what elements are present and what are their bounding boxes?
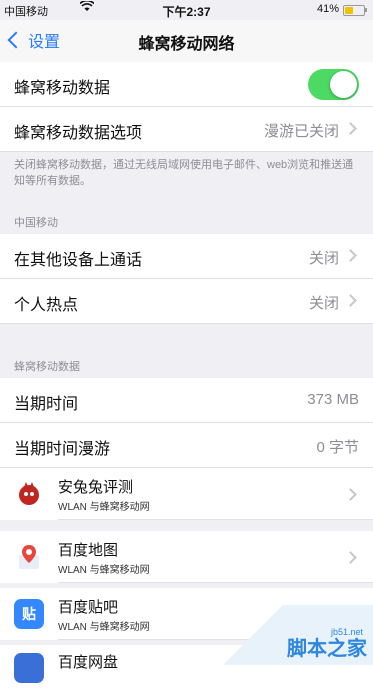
watermark-text: 脚本之家: [287, 638, 367, 660]
chevron-right-icon: [344, 249, 357, 262]
cellular-data-row: 蜂窝移动数据: [0, 62, 373, 107]
battery-percent: 41%: [316, 3, 339, 15]
cellular-data-options-row[interactable]: 蜂窝移动数据选项 漫游已关闭: [0, 107, 373, 152]
current-period-label: 当期时间: [14, 396, 79, 413]
toggle-knob: [330, 71, 357, 98]
page-title: 蜂窝移动网络: [138, 36, 235, 53]
antutu-app-icon: [14, 479, 44, 509]
calls-other-devices-value: 关闭: [308, 250, 339, 267]
tieba-app-icon: 贴: [14, 599, 44, 629]
cellular-data-toggle[interactable]: [308, 69, 359, 100]
watermark: jb51.net 脚本之家: [223, 605, 373, 665]
app-name: 安兔兔评测: [58, 479, 134, 496]
app-row-antutu[interactable]: 安兔兔评测 WLAN 与蜂窝移动网: [0, 468, 373, 520]
map-pin-app-icon: [14, 542, 44, 572]
chevron-right-icon: [344, 488, 357, 501]
roaming-status-value: 漫游已关闭: [263, 123, 339, 140]
cellular-data-options-label: 蜂窝移动数据选项: [14, 125, 143, 142]
app-row-baidu-map[interactable]: 百度地图 WLAN 与蜂窝移动网: [0, 531, 373, 583]
current-period-value: 373 MB: [307, 391, 359, 408]
battery-icon: [343, 5, 367, 16]
chevron-right-icon: [344, 294, 357, 307]
current-period-roaming-label: 当期时间漫游: [14, 441, 111, 458]
personal-hotspot-label: 个人热点: [14, 297, 79, 314]
app-name: 百度地图: [58, 542, 119, 559]
status-bar: 中国移动 下午2:37 41%: [0, 0, 373, 20]
current-period-row: 当期时间 373 MB: [0, 378, 373, 423]
chevron-right-icon: [344, 551, 357, 564]
cellular-data-label: 蜂窝移动数据: [14, 80, 111, 97]
current-period-roaming-value: 0 字节: [316, 439, 359, 456]
calls-other-devices-row[interactable]: 在其他设备上通话 关闭: [0, 234, 373, 279]
chevron-right-icon: [344, 122, 357, 135]
current-period-roaming-row: 当期时间漫游 0 字节: [0, 423, 373, 468]
section-header-carrier: 中国移动: [14, 217, 58, 229]
netdisk-app-icon: [14, 653, 44, 683]
calls-other-devices-label: 在其他设备上通话: [14, 252, 143, 269]
app-name: 百度网盘: [58, 654, 119, 671]
navigation-bar: 设置 蜂窝移动网络: [0, 20, 373, 62]
app-network-mode: WLAN 与蜂窝移动网: [58, 622, 150, 633]
personal-hotspot-value: 关闭: [308, 295, 339, 312]
app-network-mode: WLAN 与蜂窝移动网: [58, 502, 150, 513]
app-name: 百度贴吧: [58, 599, 119, 616]
cellular-data-footnote: 关闭蜂窝移动数据，通过无线局域网使用电子邮件、web浏览和推送通知等所有数据。: [14, 159, 354, 187]
personal-hotspot-row[interactable]: 个人热点 关闭: [0, 279, 373, 324]
section-header-cellular-data: 蜂窝移动数据: [14, 361, 80, 373]
app-network-mode: WLAN 与蜂窝移动网: [58, 565, 150, 576]
